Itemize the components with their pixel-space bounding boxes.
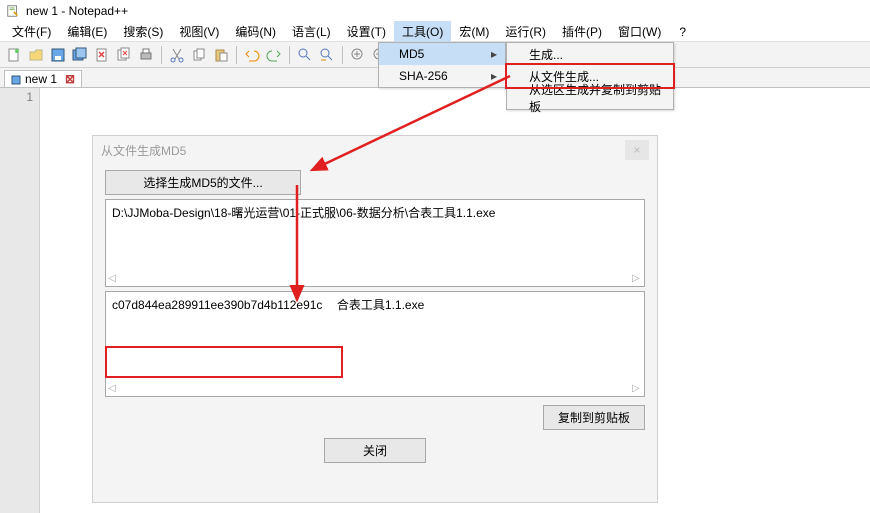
dropdown-item-md5[interactable]: MD5 ▸ xyxy=(379,43,505,65)
title-bar: new 1 - Notepad++ xyxy=(0,0,870,22)
tools-dropdown: MD5 ▸ SHA-256 ▸ xyxy=(378,42,506,88)
button-label: 关闭 xyxy=(363,444,387,458)
scroll-left-icon[interactable]: ◁ xyxy=(108,384,118,394)
file-path-text: D:\JJMoba-Design\18-曙光运营\01-正式服\06-数据分析\… xyxy=(112,206,495,220)
app-icon xyxy=(6,4,20,18)
scroll-right-icon[interactable]: ▷ xyxy=(632,384,642,394)
submenu-generate[interactable]: 生成... xyxy=(507,43,673,65)
tab-close-icon[interactable]: ⊠ xyxy=(65,72,75,86)
menu-help[interactable]: ? xyxy=(669,23,696,41)
new-file-icon[interactable] xyxy=(4,45,24,65)
print-icon[interactable] xyxy=(136,45,156,65)
tab-label: new 1 xyxy=(25,72,57,86)
undo-icon[interactable] xyxy=(242,45,262,65)
scroll-right-icon[interactable]: ▷ xyxy=(632,274,642,284)
menu-settings[interactable]: 设置(T) xyxy=(339,21,394,42)
submenu-from-file[interactable]: 从文件生成... xyxy=(507,65,673,87)
close-button[interactable]: 关闭 xyxy=(324,438,426,463)
menu-bar: 文件(F) 编辑(E) 搜索(S) 视图(V) 编码(N) 语言(L) 设置(T… xyxy=(0,22,870,42)
button-label: 选择生成MD5的文件... xyxy=(143,176,262,190)
copy-icon[interactable] xyxy=(189,45,209,65)
cut-icon[interactable] xyxy=(167,45,187,65)
menu-macro[interactable]: 宏(M) xyxy=(451,21,497,42)
result-box[interactable]: c07d844ea289911ee390b7d4b112e91c 合表工具1.1… xyxy=(105,291,645,397)
close-icon[interactable] xyxy=(92,45,112,65)
line-gutter: 1 xyxy=(0,88,40,513)
menu-plugins[interactable]: 插件(P) xyxy=(554,21,610,42)
dropdown-label: SHA-256 xyxy=(399,69,448,83)
find-icon[interactable] xyxy=(295,45,315,65)
menu-edit[interactable]: 编辑(E) xyxy=(59,21,115,42)
submenu-from-selection[interactable]: 从选区生成并复制到剪贴板 xyxy=(507,87,673,109)
chevron-right-icon: ▸ xyxy=(491,47,497,61)
menu-file[interactable]: 文件(F) xyxy=(4,21,59,42)
chevron-right-icon: ▸ xyxy=(491,69,497,83)
md5-submenu: 生成... 从文件生成... 从选区生成并复制到剪贴板 xyxy=(506,42,674,110)
separator xyxy=(342,46,343,64)
replace-icon[interactable] xyxy=(317,45,337,65)
open-file-icon[interactable] xyxy=(26,45,46,65)
md5-filename: 合表工具1.1.exe xyxy=(337,298,424,312)
separator xyxy=(236,46,237,64)
separator xyxy=(289,46,290,64)
separator xyxy=(161,46,162,64)
submenu-label: 生成... xyxy=(529,46,563,63)
menu-tools[interactable]: 工具(O) xyxy=(394,21,451,42)
redo-icon[interactable] xyxy=(264,45,284,65)
button-label: 复制到剪贴板 xyxy=(558,411,630,425)
paste-icon[interactable] xyxy=(211,45,231,65)
file-path-box[interactable]: D:\JJMoba-Design\18-曙光运营\01-正式服\06-数据分析\… xyxy=(105,199,645,287)
line-number: 1 xyxy=(6,90,33,104)
copy-clipboard-button[interactable]: 复制到剪贴板 xyxy=(543,405,645,430)
scroll-left-icon[interactable]: ◁ xyxy=(108,274,118,284)
menu-view[interactable]: 视图(V) xyxy=(171,21,227,42)
dialog-title: 从文件生成MD5 xyxy=(101,142,186,159)
window-title: new 1 - Notepad++ xyxy=(26,4,128,18)
save-all-icon[interactable] xyxy=(70,45,90,65)
close-all-icon[interactable] xyxy=(114,45,134,65)
dialog-close-button[interactable]: × xyxy=(625,140,649,160)
md5-hash: c07d844ea289911ee390b7d4b112e91c xyxy=(112,298,322,312)
menu-search[interactable]: 搜索(S) xyxy=(115,21,171,42)
scrollbar-h[interactable]: ◁ ▷ xyxy=(108,274,642,284)
menu-window[interactable]: 窗口(W) xyxy=(610,21,669,42)
menu-encoding[interactable]: 编码(N) xyxy=(227,21,284,42)
file-tab[interactable]: new 1 ⊠ xyxy=(4,70,82,87)
dropdown-label: MD5 xyxy=(399,47,424,61)
save-icon[interactable] xyxy=(48,45,68,65)
md5-dialog: 从文件生成MD5 × 选择生成MD5的文件... D:\JJMoba-Desig… xyxy=(92,135,658,503)
dropdown-item-sha256[interactable]: SHA-256 ▸ xyxy=(379,65,505,87)
zoom-in-icon[interactable] xyxy=(348,45,368,65)
menu-run[interactable]: 运行(R) xyxy=(497,21,554,42)
choose-file-button[interactable]: 选择生成MD5的文件... xyxy=(105,170,301,195)
scrollbar-h[interactable]: ◁ ▷ xyxy=(108,384,642,394)
save-status-icon xyxy=(11,74,21,84)
dialog-titlebar: 从文件生成MD5 × xyxy=(93,136,657,164)
annotation-highlight xyxy=(505,63,675,89)
menu-language[interactable]: 语言(L) xyxy=(284,21,339,42)
annotation-highlight xyxy=(105,346,343,378)
